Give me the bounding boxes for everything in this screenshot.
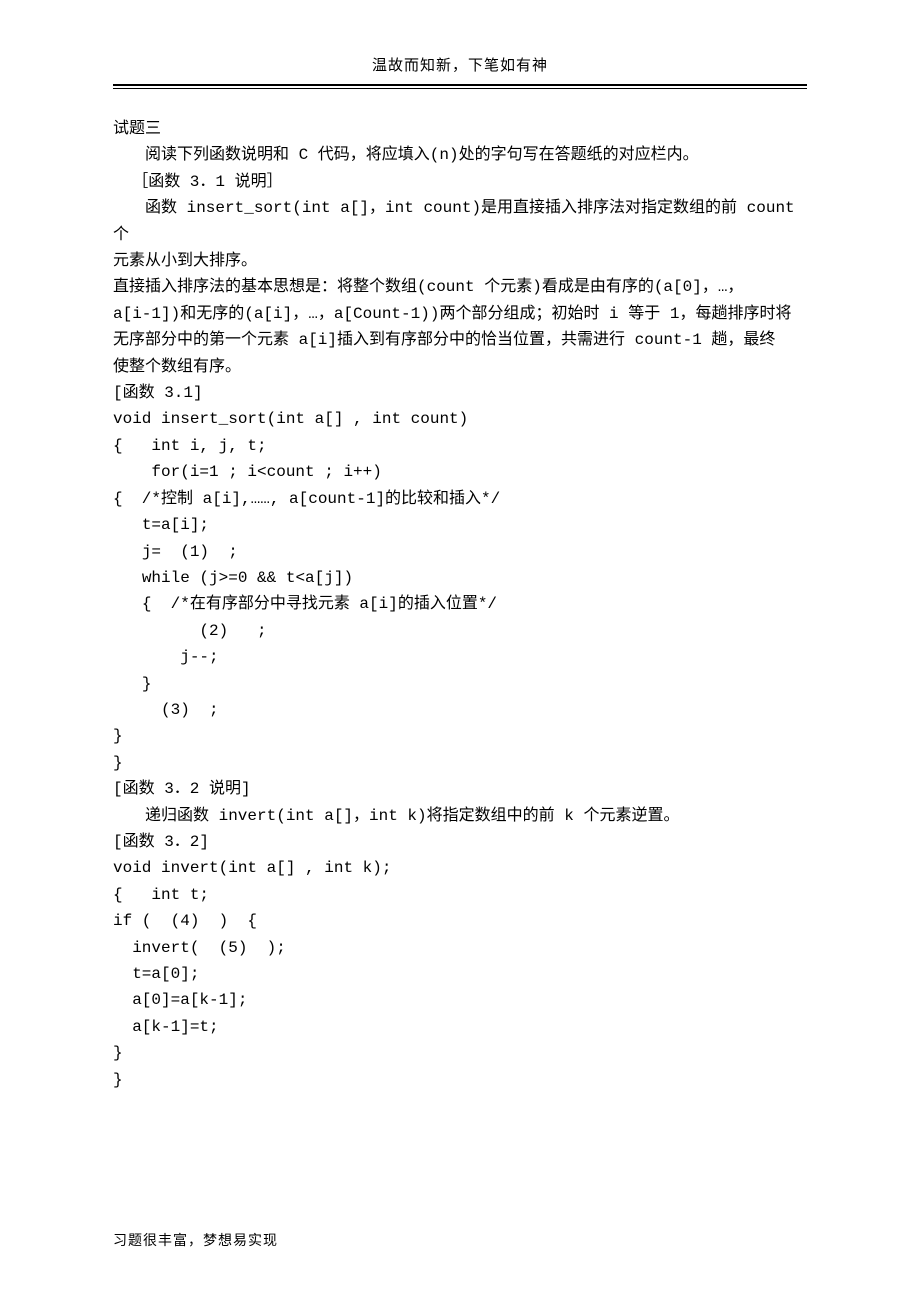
- line-15: j= (1) ;: [113, 539, 807, 565]
- line-19: j--;: [113, 644, 807, 670]
- line-13: { /*控制 a[i],……, a[count-1]的比较和插入*/: [113, 486, 807, 512]
- line-27: void invert(int a[] , int k);: [113, 855, 807, 881]
- document-body: 试题三 阅读下列函数说明和 C 代码，将应填入(n)处的字句写在答题纸的对应栏内…: [113, 116, 807, 1093]
- line-14: t=a[i];: [113, 512, 807, 538]
- line-11: { int i, j, t;: [113, 433, 807, 459]
- line-7: 无序部分中的第一个元素 a[i]插入到有序部分中的恰当位置，共需进行 count…: [113, 327, 807, 353]
- line-25: 递归函数 invert(int a[]，int k)将指定数组中的前 k 个元素…: [113, 803, 807, 829]
- line-24: [函数 3．2 说明]: [113, 776, 807, 802]
- page-footer: 习题很丰富，梦想易实现: [113, 1230, 278, 1250]
- header-text: 温故而知新，下笔如有神: [372, 58, 548, 74]
- line-2-text: ［函数 3．1 说明］: [132, 173, 282, 191]
- line-6: a[i-1])和无序的(a[i]，…，a[Count-1))两个部分组成；初始时…: [113, 301, 807, 327]
- line-8: 使整个数组有序。: [113, 354, 807, 380]
- line-18: (2) ;: [113, 618, 807, 644]
- line-35: }: [113, 1067, 807, 1093]
- line-31: t=a[0];: [113, 961, 807, 987]
- line-30: invert( (5) );: [113, 935, 807, 961]
- line-21: (3) ;: [113, 697, 807, 723]
- line-33: a[k-1]=t;: [113, 1014, 807, 1040]
- header-rule-bottom: [113, 88, 807, 89]
- line-5: 直接插入排序法的基本思想是：将整个数组(count 个元素)看成是由有序的(a[…: [113, 274, 807, 300]
- line-34: }: [113, 1040, 807, 1066]
- line-23: }: [113, 750, 807, 776]
- line-32: a[0]=a[k-1];: [113, 987, 807, 1013]
- line-12: for(i=1 ; i<count ; i++): [113, 459, 807, 485]
- line-4: 元素从小到大排序。: [113, 248, 807, 274]
- line-29: if ( (4) ) {: [113, 908, 807, 934]
- line-9: [函数 3.1]: [113, 380, 807, 406]
- header-rule-top: [113, 84, 807, 86]
- line-10: void insert_sort(int a[] , int count): [113, 406, 807, 432]
- line-0: 试题三: [113, 116, 807, 142]
- line-17: { /*在有序部分中寻找元素 a[i]的插入位置*/: [113, 591, 807, 617]
- line-16: while (j>=0 && t<a[j]): [113, 565, 807, 591]
- line-26: [函数 3．2]: [113, 829, 807, 855]
- document-page: 温故而知新，下笔如有神 试题三 阅读下列函数说明和 C 代码，将应填入(n)处的…: [0, 0, 920, 1302]
- line-22: }: [113, 723, 807, 749]
- line-2: ［函数 3．1 说明］: [113, 169, 807, 195]
- page-header: 温故而知新，下笔如有神: [0, 54, 920, 75]
- line-1: 阅读下列函数说明和 C 代码，将应填入(n)处的字句写在答题纸的对应栏内。: [113, 142, 807, 168]
- line-3: 函数 insert_sort(int a[]，int count)是用直接插入排…: [113, 195, 807, 248]
- line-20: }: [113, 671, 807, 697]
- line-28: { int t;: [113, 882, 807, 908]
